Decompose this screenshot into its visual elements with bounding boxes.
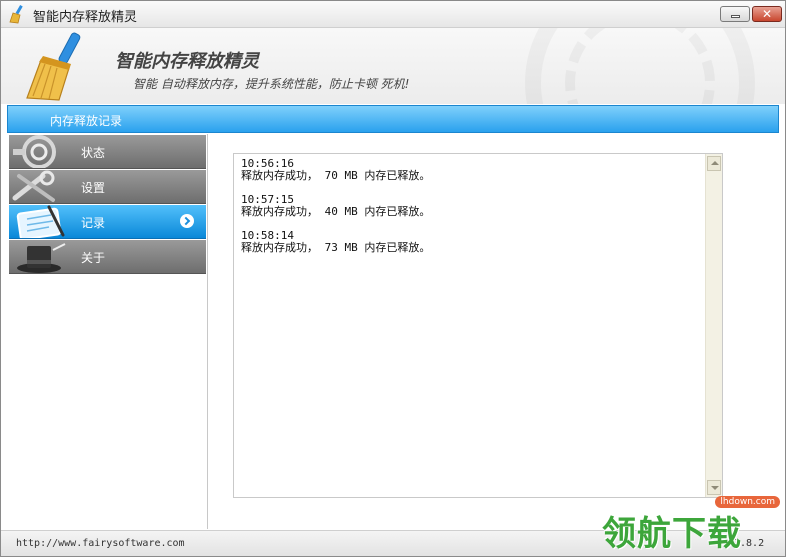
watermark: lhdown.com 领航下载 bbox=[598, 496, 784, 554]
log-message: 释放内存成功， 70 MB 内存已释放。 bbox=[241, 169, 431, 182]
section-header: 内存释放记录 bbox=[7, 105, 779, 133]
sidebar-item-records[interactable]: 记录 bbox=[9, 205, 206, 239]
log-message: 释放内存成功， 40 MB 内存已释放。 bbox=[241, 205, 431, 218]
app-header: 智能内存释放精灵 智能 自动释放内存，提升系统性能，防止卡顿 死机! bbox=[1, 28, 785, 104]
title-bar[interactable]: 智能内存释放精灵 ✕ bbox=[1, 1, 785, 28]
close-icon: ✕ bbox=[761, 7, 773, 21]
app-slogan: 智能 自动释放内存，提升系统性能，防止卡顿 死机! bbox=[133, 77, 410, 91]
scroll-down-button[interactable] bbox=[707, 480, 721, 495]
chevron-right-icon bbox=[180, 214, 194, 228]
app-title: 智能内存释放精灵 bbox=[115, 51, 259, 72]
log-message: 释放内存成功， 73 MB 内存已释放。 bbox=[241, 241, 431, 254]
decorative-ring-inner bbox=[565, 28, 715, 104]
sidebar-item-settings[interactable]: 设置 bbox=[9, 170, 206, 204]
section-title: 内存释放记录 bbox=[50, 114, 123, 128]
sidebar: 状态 设置 记录 关于 bbox=[7, 134, 208, 529]
minimize-button[interactable] bbox=[720, 6, 750, 22]
website-link[interactable]: http://www.fairysoftware.com bbox=[16, 538, 185, 549]
scroll-up-button[interactable] bbox=[707, 156, 721, 171]
vertical-scrollbar[interactable] bbox=[705, 154, 722, 497]
broom-icon bbox=[9, 5, 23, 24]
sidebar-item-label: 状态 bbox=[81, 146, 106, 160]
tools-icon bbox=[12, 170, 55, 202]
log-textarea[interactable]: 10:56:16 释放内存成功， 70 MB 内存已释放。 10:57:15 释… bbox=[233, 153, 723, 498]
sidebar-item-label: 记录 bbox=[81, 216, 106, 230]
log-content: 10:56:16 释放内存成功， 70 MB 内存已释放。 10:57:15 释… bbox=[241, 158, 701, 254]
broom-logo-icon bbox=[26, 32, 81, 101]
sidebar-item-status[interactable]: 状态 bbox=[9, 135, 206, 169]
sidebar-item-label: 关于 bbox=[81, 251, 106, 265]
window-title: 智能内存释放精灵 bbox=[33, 10, 138, 25]
close-button[interactable]: ✕ bbox=[752, 6, 782, 22]
notebook-icon bbox=[16, 205, 65, 238]
magic-hat-icon bbox=[17, 243, 66, 273]
sidebar-item-about[interactable]: 关于 bbox=[9, 240, 206, 274]
gauge-icon bbox=[13, 135, 56, 168]
app-window: 智能内存释放精灵 ✕ 智能内存释放精灵 智能 自动释放内存，提升系统性能，防止卡… bbox=[0, 0, 786, 557]
sidebar-item-label: 设置 bbox=[81, 181, 106, 195]
watermark-text: 领航下载 bbox=[602, 514, 742, 554]
